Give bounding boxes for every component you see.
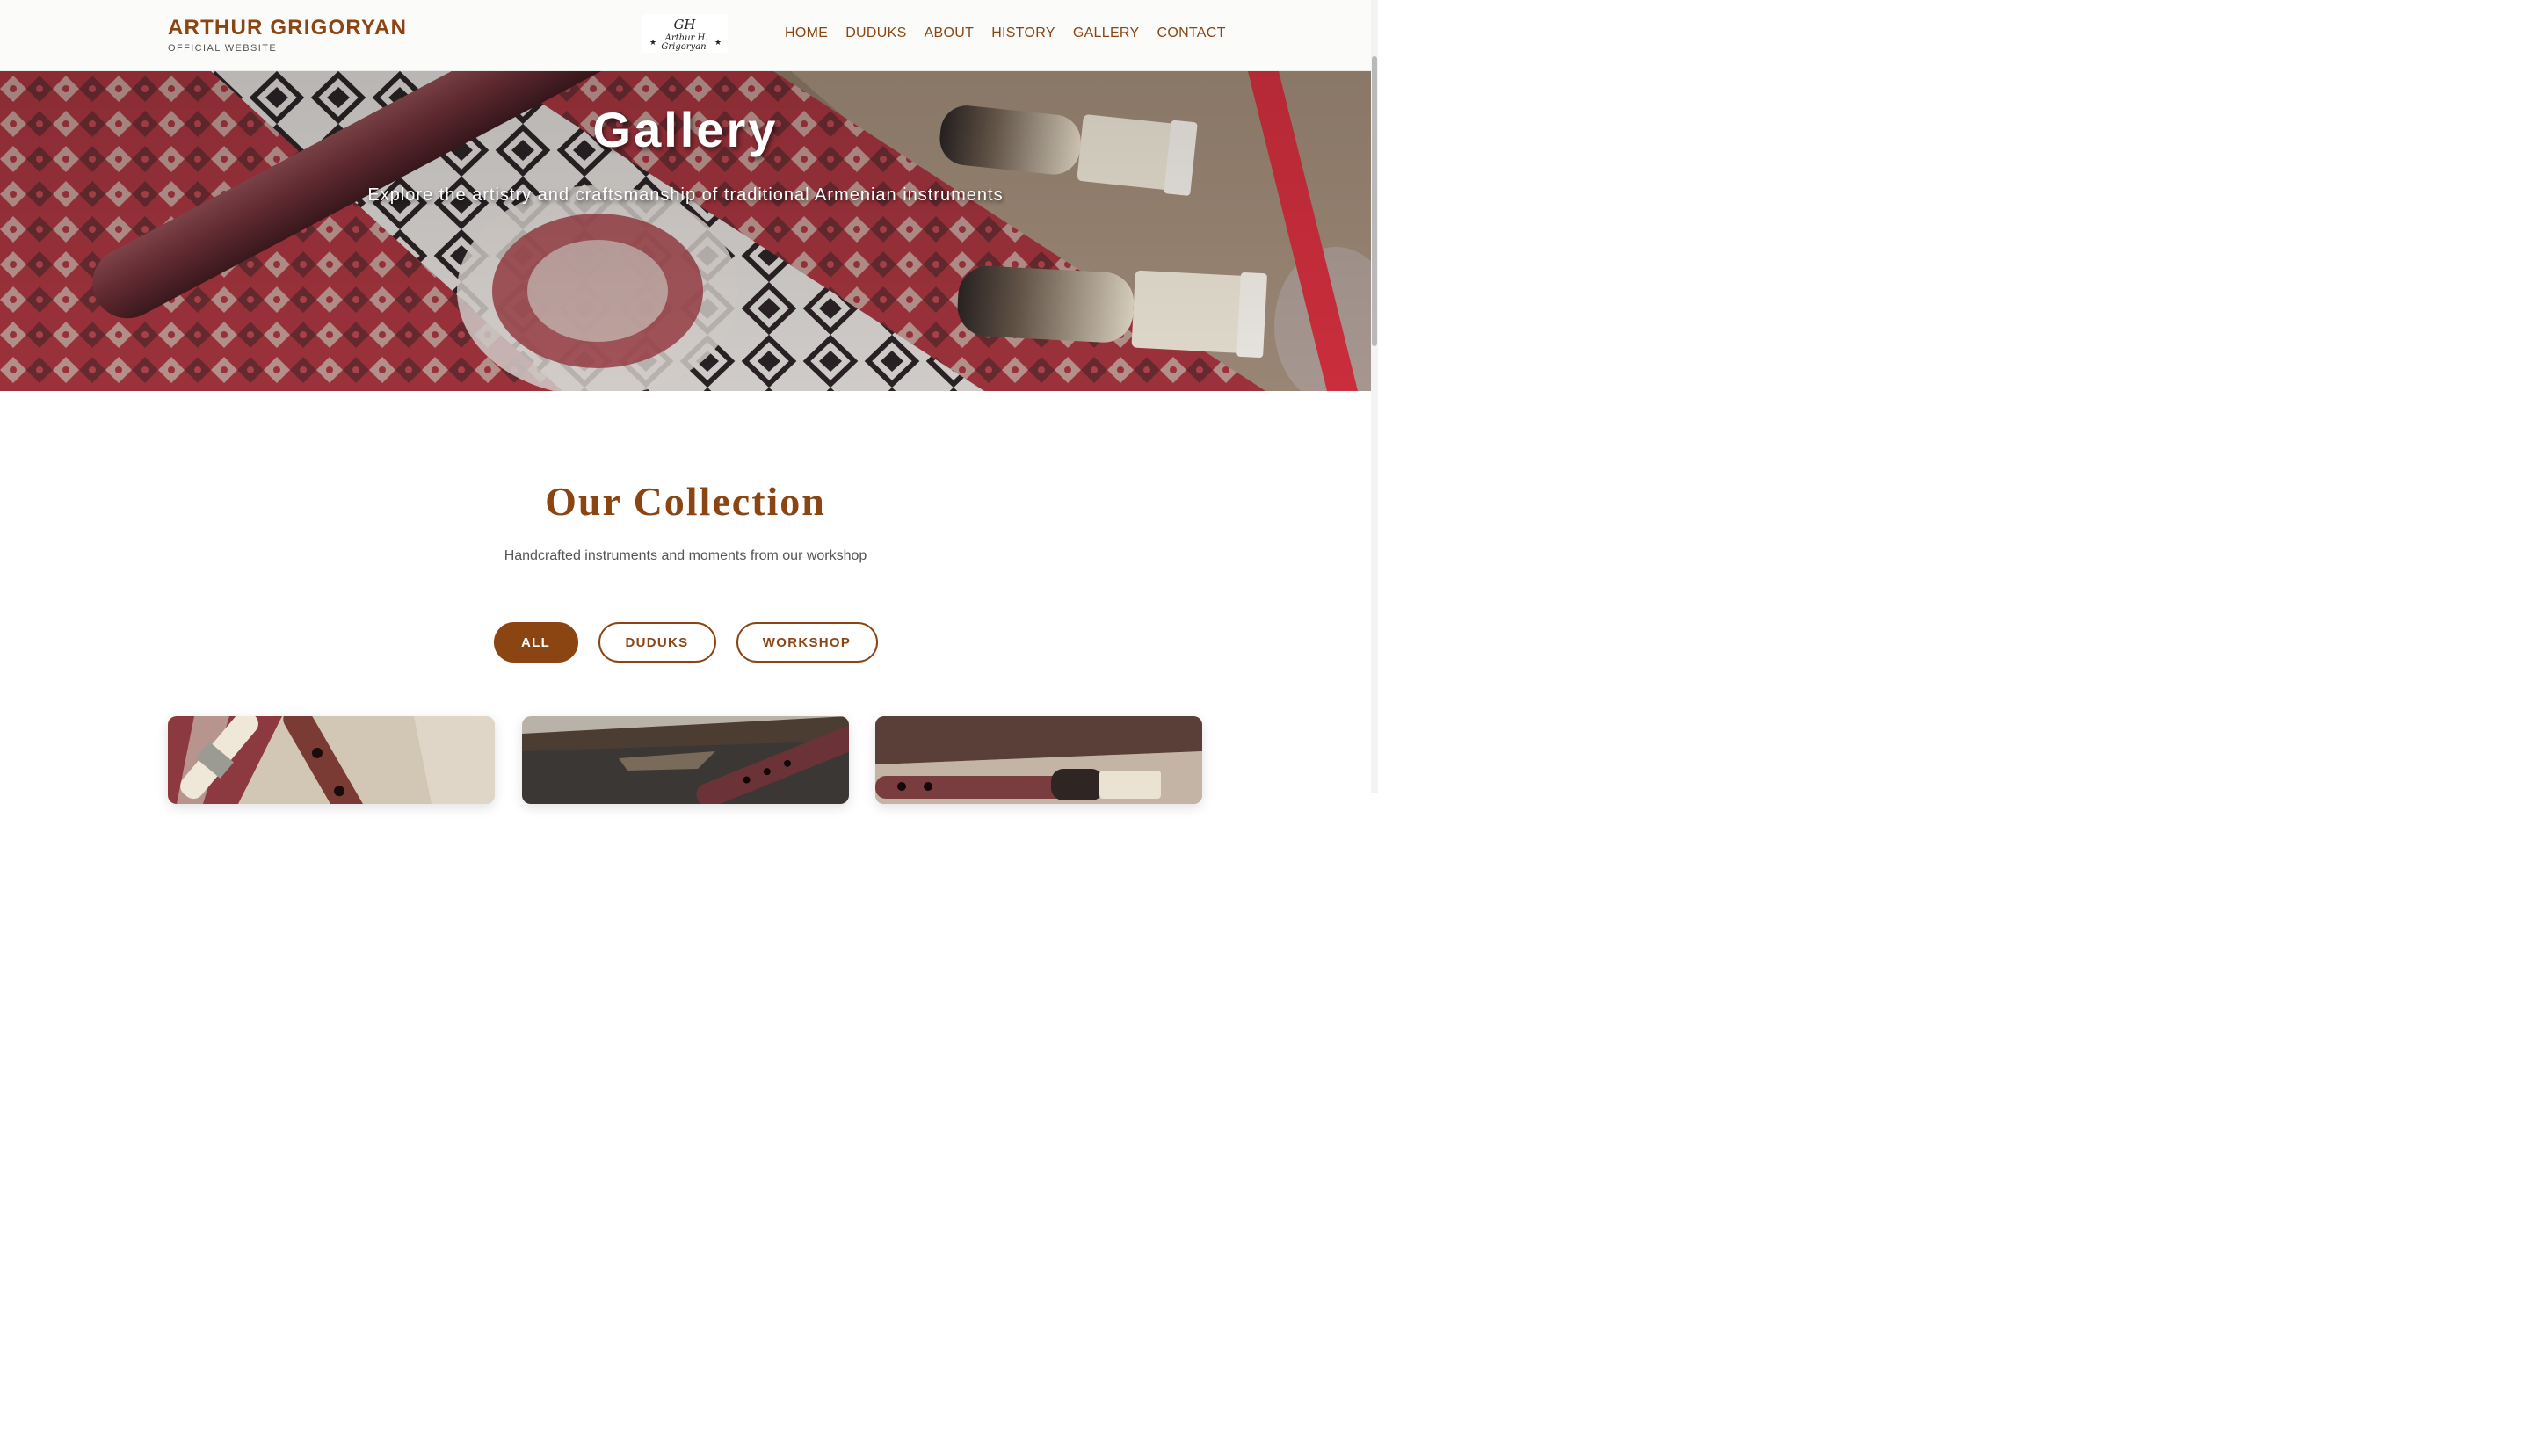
gallery-photo	[522, 716, 849, 804]
filter-all-button[interactable]: ALL	[493, 622, 578, 663]
nav-duduks[interactable]: DUDUKS	[845, 25, 906, 42]
site-header: ARTHUR GRIGORYAN OFFICIAL WEBSITE GH ★ ★…	[0, 0, 1371, 71]
nav-contact[interactable]: CONTACT	[1157, 25, 1225, 42]
gallery-photo	[168, 716, 495, 804]
scrollbar-thumb[interactable]	[1372, 56, 1377, 346]
hero-title: Gallery	[592, 102, 779, 157]
gallery-filters: ALL DUDUKS WORKSHOP	[0, 622, 1371, 663]
gallery-item[interactable]	[522, 716, 849, 804]
brand-name[interactable]: ARTHUR GRIGORYAN	[168, 17, 407, 40]
gallery-photo	[875, 716, 1202, 804]
nav-about[interactable]: ABOUT	[925, 25, 975, 42]
filter-duduks-button[interactable]: DUDUKS	[598, 622, 716, 663]
svg-text:★: ★	[714, 39, 722, 47]
nav-gallery[interactable]: GALLERY	[1073, 25, 1140, 42]
collection-title: Our Collection	[545, 479, 826, 524]
main-nav: HOME DUDUKS ABOUT HISTORY GALLERY CONTAC…	[785, 25, 1226, 42]
collection-subtitle: Handcrafted instruments and moments from…	[504, 548, 867, 563]
gallery-item[interactable]	[168, 716, 495, 804]
hero-banner: Gallery Explore the artistry and craftsm…	[0, 71, 1371, 391]
nav-history[interactable]: HISTORY	[991, 25, 1055, 42]
brand[interactable]: ARTHUR GRIGORYAN OFFICIAL WEBSITE	[168, 17, 407, 54]
svg-text:★: ★	[649, 39, 656, 47]
page-scrollbar[interactable]	[1371, 0, 1378, 793]
gallery-item[interactable]	[875, 716, 1202, 804]
nav-home[interactable]: HOME	[785, 25, 828, 42]
logo-line2: Grigoryan	[661, 42, 706, 52]
hero-subtitle: Explore the artistry and craftsmanship o…	[367, 185, 1004, 205]
filter-workshop-button[interactable]: WORKSHOP	[736, 622, 878, 663]
logo[interactable]: GH ★ ★ Arthur H. Grigoryan	[642, 14, 728, 53]
logo-monogram: GH	[673, 17, 696, 33]
brand-subtitle: OFFICIAL WEBSITE	[168, 43, 278, 54]
